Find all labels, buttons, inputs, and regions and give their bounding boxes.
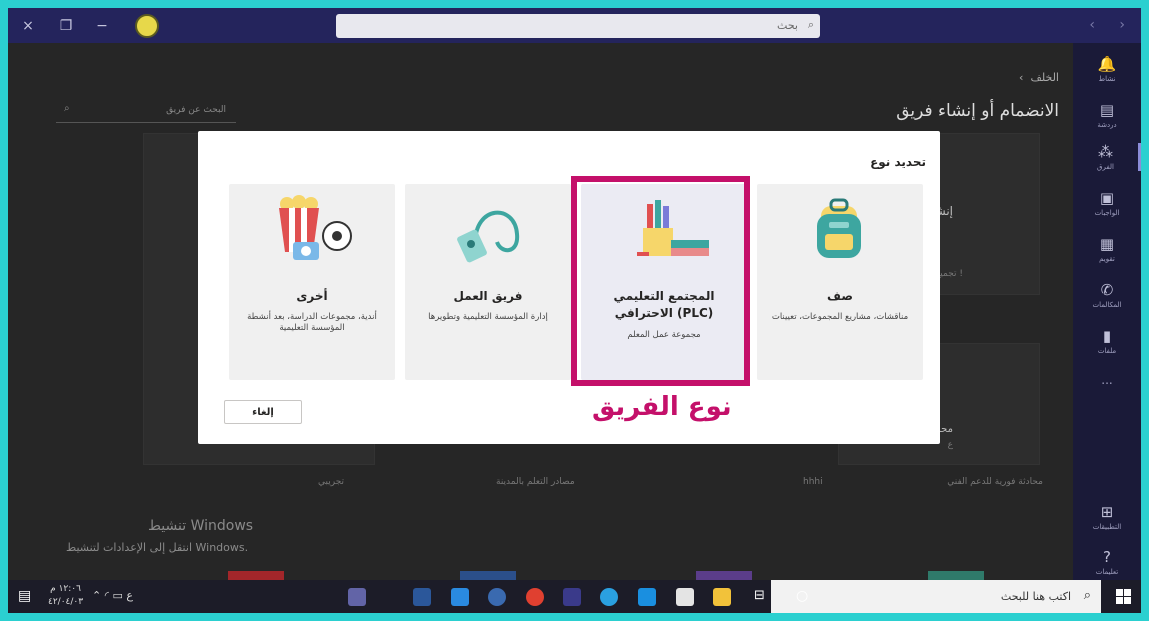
title-bar: × ❐ − بحث ⌕ ‹ ›	[8, 8, 1141, 43]
card-name: أخرى	[296, 289, 328, 303]
activation-sub: انتقل إلى الإعدادات لتنشيط Windows.	[66, 541, 249, 554]
app-calls[interactable]: ✆ المكالمات	[1073, 281, 1141, 309]
nav-arrows[interactable]: ‹ ›	[1089, 17, 1135, 33]
card-desc: إدارة المؤسسة التعليمية وتطويرها	[428, 312, 548, 322]
card-name: فريق العمل	[453, 289, 523, 303]
word-icon[interactable]	[413, 588, 431, 606]
select-type-dialog: تحديد نوع صف مناقشات، مشاريع المجموعات، …	[198, 131, 940, 444]
app-label: التطبيقات	[1092, 523, 1122, 531]
clock-date: ٤٢/٠٤/٠٣	[48, 597, 84, 607]
chat-icon: ▤	[1099, 101, 1115, 119]
page-title: الانضمام أو إنشاء فريق	[896, 101, 1059, 121]
app-label: المكالمات	[1092, 301, 1122, 309]
team-label: hhhi	[803, 477, 823, 487]
taskbar-search-input[interactable]: اكتب هنا للبحث ⌕	[771, 580, 1101, 613]
app-teams[interactable]: ⁂ الفرق	[1073, 143, 1141, 171]
app-assignments[interactable]: ▣ الواجبات	[1073, 189, 1141, 217]
avatar[interactable]	[135, 14, 159, 38]
app-apps[interactable]: ⊞ التطبيقات	[1073, 503, 1141, 531]
phone-icon: ✆	[1100, 281, 1114, 299]
team-search-placeholder: البحث عن فريق	[166, 105, 226, 115]
app-label: الواجبات	[1094, 209, 1120, 217]
cortana-icon[interactable]: ○	[796, 588, 808, 604]
card-desc: أندية، مجموعات الدراسة، بعد أنشطة المؤسس…	[247, 312, 377, 333]
teams-taskbar-icon[interactable]	[348, 588, 366, 606]
assignments-icon: ▣	[1099, 189, 1115, 207]
app-more[interactable]: ...	[1073, 373, 1141, 387]
taskbar-search-placeholder: اكتب هنا للبحث	[1000, 590, 1071, 603]
popcorn-ball-icon	[279, 195, 352, 260]
app-label: دردشة	[1097, 121, 1117, 129]
team-type-class[interactable]: صف مناقشات، مشاريع المجموعات، تعيينات	[757, 184, 923, 380]
paint-icon[interactable]	[488, 588, 506, 606]
help-icon: ?	[1103, 548, 1111, 566]
activation-title: تنشيط Windows	[148, 518, 254, 534]
teams-icon: ⁂	[1098, 143, 1113, 161]
app-icon[interactable]	[563, 588, 581, 606]
chevron-right-icon: ‹	[1019, 71, 1024, 84]
zoom-icon[interactable]	[638, 588, 656, 606]
search-input[interactable]: بحث ⌕	[336, 14, 820, 38]
restore-button[interactable]: ❐	[56, 16, 76, 36]
app-calendar[interactable]: ▦ تقويم	[1073, 235, 1141, 263]
clock[interactable]: ١٢:٠٦ م ٤٢/٠٤/٠٣	[48, 583, 83, 609]
store-icon[interactable]	[676, 588, 694, 606]
search-icon: ⌕	[807, 18, 814, 31]
onedrive-icon[interactable]	[451, 588, 469, 606]
annotation-label: نوع الفريق	[592, 392, 732, 422]
team-label: مصادر التعلم بالمدينة	[496, 477, 575, 487]
card-name: صف	[827, 289, 853, 303]
apps-icon: ⊞	[1100, 503, 1114, 521]
team-card-sub: ع	[947, 440, 953, 450]
back-label: الخلف	[1030, 71, 1059, 84]
close-button[interactable]: ×	[18, 16, 38, 36]
team-type-other[interactable]: أخرى أندية، مجموعات الدراسة، بعد أنشطة ا…	[229, 184, 395, 380]
app-help[interactable]: ? تعليمات	[1073, 548, 1141, 576]
calendar-icon: ▦	[1099, 235, 1115, 253]
files-icon: ▮	[1102, 327, 1112, 345]
card-desc: مناقشات، مشاريع المجموعات، تعيينات	[771, 312, 909, 322]
more-icon: ...	[1101, 373, 1113, 387]
team-type-staff[interactable]: فريق العمل إدارة المؤسسة التعليمية وتطوي…	[405, 184, 571, 380]
team-label: تجريبي	[318, 477, 345, 487]
annotation-highlight-box	[571, 176, 750, 386]
task-view-icon[interactable]: ⊟	[754, 588, 765, 603]
app-files[interactable]: ▮ ملفات	[1073, 327, 1141, 355]
back-link[interactable]: ‹ الخلف	[1019, 71, 1059, 84]
windows-start-icon[interactable]	[1116, 589, 1131, 604]
app-label: الفرق	[1097, 163, 1114, 171]
windows-taskbar: اكتب هنا للبحث ⌕ ○ ⊟ ⌃ ◜ ▭ ع ١٢:٠٦ م ٤٢/٠…	[8, 580, 1141, 613]
search-icon: ⌕	[64, 103, 70, 114]
search-icon: ⌕	[1083, 588, 1091, 603]
lanyard-badge-icon	[457, 210, 520, 263]
file-explorer-icon[interactable]	[713, 588, 731, 606]
app-label: تعليمات	[1095, 568, 1119, 576]
search-placeholder: بحث	[777, 19, 798, 32]
notification-icon[interactable]: ▤	[18, 588, 31, 604]
system-tray-icons[interactable]: ⌃ ◜ ▭ ع	[92, 589, 133, 602]
team-search-input[interactable]: البحث عن فريق ⌕	[56, 98, 236, 123]
app-chat[interactable]: ▤ دردشة	[1073, 101, 1141, 129]
app-bar: 🔔 نشاط ▤ دردشة ⁂ الفرق ▣ الواجبات ▦ تقويم ✆ ال…	[1073, 43, 1141, 580]
app-label: نشاط	[1098, 75, 1116, 83]
dialog-title: تحديد نوع	[870, 155, 926, 169]
app-activity[interactable]: 🔔 نشاط	[1073, 55, 1141, 83]
cancel-button[interactable]: إلغاء	[224, 400, 302, 424]
app-label: ملفات	[1097, 347, 1117, 355]
telegram-icon[interactable]	[600, 588, 618, 606]
app-label: تقويم	[1099, 255, 1115, 263]
team-label: محادثة فورية للدعم الفني	[947, 477, 1043, 487]
backpack-icon	[817, 198, 861, 258]
clock-time: ١٢:٠٦ م	[50, 584, 81, 594]
minimize-button[interactable]: −	[92, 16, 112, 36]
chrome-icon[interactable]	[526, 588, 544, 606]
language-indicator[interactable]: ع	[126, 589, 133, 602]
bell-icon: 🔔	[1097, 55, 1117, 73]
